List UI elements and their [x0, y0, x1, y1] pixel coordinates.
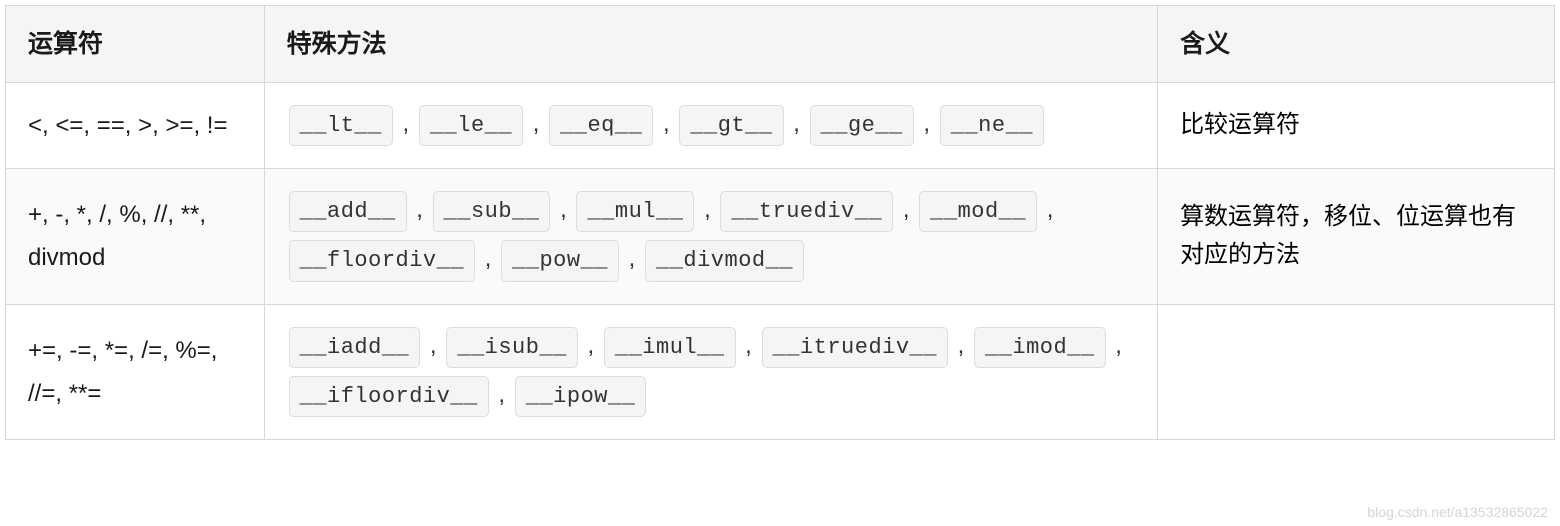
method-code: __imod__	[974, 327, 1106, 368]
method-code: __ne__	[940, 105, 1044, 146]
separator: ,	[526, 110, 546, 137]
table-row: +=, -=, *=, /=, %=, //=, **= __iadd__ , _…	[6, 304, 1555, 439]
separator: ,	[697, 196, 717, 223]
separator: ,	[410, 196, 430, 223]
method-code: __lt__	[289, 105, 393, 146]
method-code: __add__	[289, 191, 407, 232]
watermark: blog.csdn.net/a13532865022	[1367, 504, 1548, 520]
operator-methods-table: 运算符 特殊方法 含义 <, <=, ==, >, >=, != __lt__ ,…	[5, 5, 1555, 440]
method-code: __mul__	[576, 191, 694, 232]
method-code: __divmod__	[645, 240, 804, 281]
method-code: __pow__	[501, 240, 619, 281]
separator: ,	[423, 332, 443, 359]
table-header-row: 运算符 特殊方法 含义	[6, 6, 1555, 83]
cell-operator: <, <=, ==, >, >=, !=	[6, 83, 265, 169]
operator-text: <, <=, ==, >, >=, !=	[28, 112, 228, 139]
method-code: __floordiv__	[289, 240, 475, 281]
separator: ,	[553, 196, 573, 223]
separator: ,	[622, 245, 642, 272]
separator: ,	[396, 110, 416, 137]
cell-operator: +=, -=, *=, /=, %=, //=, **=	[6, 304, 265, 439]
separator: ,	[917, 110, 937, 137]
method-code: __mod__	[919, 191, 1037, 232]
header-method: 特殊方法	[264, 6, 1157, 83]
operator-text: +=, -=, *=, /=, %=, //=, **=	[28, 337, 217, 407]
separator: ,	[896, 196, 916, 223]
cell-methods: __iadd__ , __isub__ , __imul__ , __itrue…	[264, 304, 1157, 439]
separator: ,	[478, 245, 498, 272]
table-row: <, <=, ==, >, >=, != __lt__ , __le__ , __…	[6, 83, 1555, 169]
header-operator: 运算符	[6, 6, 265, 83]
method-code: __gt__	[679, 105, 783, 146]
table-row: +, -, *, /, %, //, **, divmod __add__ , _…	[6, 169, 1555, 304]
separator: ,	[1040, 196, 1053, 223]
method-code: __imul__	[604, 327, 736, 368]
separator: ,	[1109, 332, 1122, 359]
method-code: __itruediv__	[762, 327, 948, 368]
cell-meaning: 比较运算符	[1158, 83, 1555, 169]
method-code: __le__	[419, 105, 523, 146]
separator: ,	[787, 110, 807, 137]
separator: ,	[951, 332, 971, 359]
cell-meaning	[1158, 304, 1555, 439]
separator: ,	[656, 110, 676, 137]
separator: ,	[492, 381, 512, 408]
method-code: __isub__	[446, 327, 578, 368]
cell-methods: __lt__ , __le__ , __eq__ , __gt__ , __ge…	[264, 83, 1157, 169]
method-code: __ge__	[810, 105, 914, 146]
method-code: __truediv__	[720, 191, 893, 232]
cell-meaning: 算数运算符，移位、位运算也有对应的方法	[1158, 169, 1555, 304]
operator-text: +, -, *, /, %, //, **, divmod	[28, 201, 206, 271]
header-meaning: 含义	[1158, 6, 1555, 83]
method-code: __eq__	[549, 105, 653, 146]
cell-methods: __add__ , __sub__ , __mul__ , __truediv_…	[264, 169, 1157, 304]
cell-operator: +, -, *, /, %, //, **, divmod	[6, 169, 265, 304]
separator: ,	[739, 332, 759, 359]
separator: ,	[581, 332, 601, 359]
method-code: __iadd__	[289, 327, 421, 368]
method-code: __ipow__	[515, 376, 647, 417]
method-code: __ifloordiv__	[289, 376, 489, 417]
method-code: __sub__	[433, 191, 551, 232]
